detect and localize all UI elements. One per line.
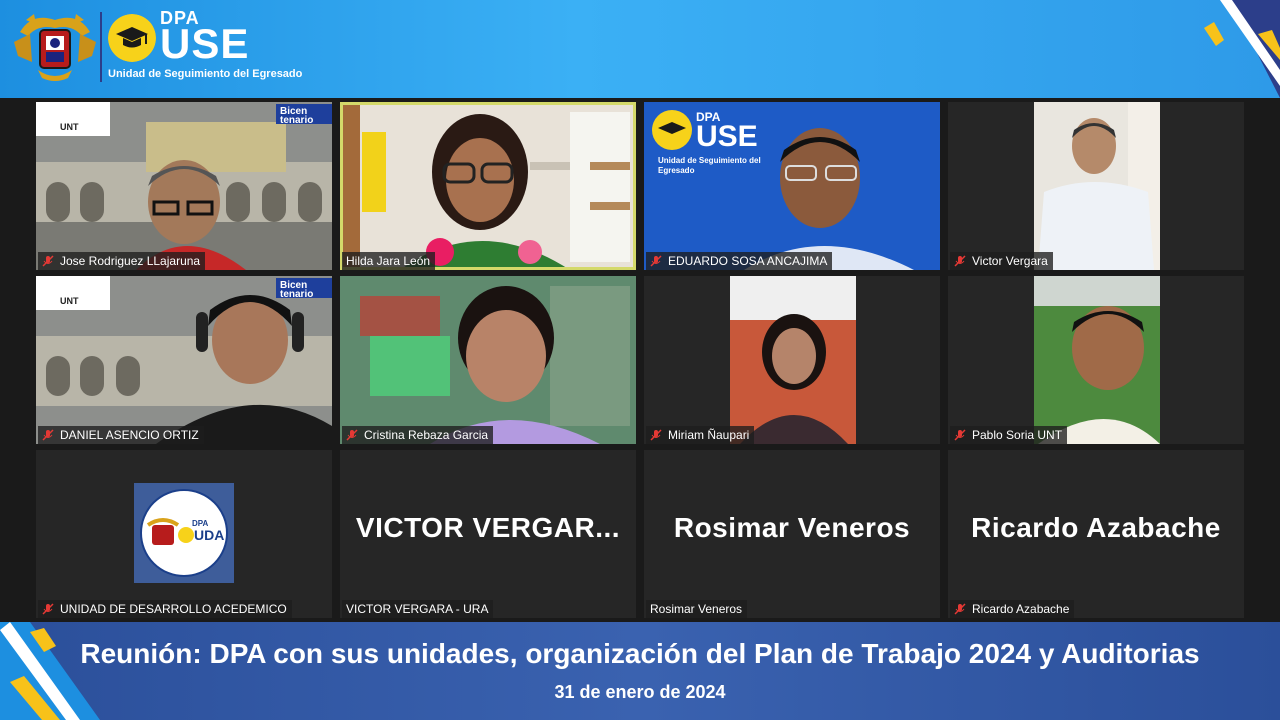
participant-video [340, 102, 636, 270]
participant-tile[interactable]: DPA USE Unidad de Seguimiento del Egresa… [644, 102, 940, 270]
footer-banner: Reunión: DPA con sus unidades, organizac… [0, 622, 1280, 720]
mic-muted-icon [650, 255, 662, 267]
participant-name: EDUARDO SOSA ANCAJIMA [668, 254, 828, 268]
mic-muted-icon [346, 429, 358, 441]
uda-logo: DPA UDA [134, 483, 234, 583]
participant-name: Miriam Ñaupari [668, 428, 750, 442]
participant-name-label: Rosimar Veneros [646, 600, 748, 618]
mic-muted-icon [954, 429, 966, 441]
participant-name: DANIEL ASENCIO ORTIZ [60, 428, 199, 442]
header-corner-decoration [1204, 0, 1280, 98]
participant-tile[interactable]: Miriam Ñaupari [644, 276, 940, 444]
participant-name-label: Pablo Soria UNT [950, 426, 1068, 444]
participant-name-label: Ricardo Azabache [950, 600, 1075, 618]
graduation-cap-icon [108, 14, 156, 62]
participant-name-label: UNIDAD DE DESARROLLO ACEDEMICO [38, 600, 292, 618]
participant-video [948, 102, 1244, 270]
mic-muted-icon [42, 603, 54, 615]
participant-tile[interactable]: Rosimar Veneros Rosimar Veneros [644, 450, 940, 618]
video-grid: UNT Bicen tenario Jose Rodriguez LLajaru… [36, 102, 1246, 620]
participant-tile[interactable]: Pablo Soria UNT [948, 276, 1244, 444]
participant-name: Hilda Jara León [346, 254, 431, 268]
participant-name: Jose Rodriguez LLajaruna [60, 254, 201, 268]
participant-tile[interactable]: UNT Bicen tenario DANIEL ASENCIO ORTIZ [36, 276, 332, 444]
participant-video [948, 276, 1244, 444]
participant-name-label: VICTOR VERGARA - URA [342, 600, 494, 618]
mic-muted-icon [42, 429, 54, 441]
participant-tile[interactable]: VICTOR VERGAR... VICTOR VERGARA - URA [340, 450, 636, 618]
participant-name: UNIDAD DE DESARROLLO ACEDEMICO [60, 602, 287, 616]
mic-muted-icon [650, 429, 662, 441]
participant-tile[interactable]: Cristina Rebaza Garcia [340, 276, 636, 444]
university-crest-icon [14, 14, 96, 81]
tile-use-text: USE [696, 120, 758, 153]
footer-corner-decoration [0, 622, 100, 720]
tile-use-subtitle: Unidad de Seguimiento del Egresado [658, 156, 761, 175]
participant-tile-active[interactable]: Hilda Jara León [340, 102, 636, 270]
participant-name: Ricardo Azabache [972, 602, 1070, 616]
header-divider [100, 12, 102, 82]
mic-muted-icon [954, 603, 966, 615]
participant-display-name: Ricardo Azabache [971, 512, 1221, 543]
tile-unt-text: UNT [60, 122, 79, 132]
mic-muted-icon [42, 255, 54, 267]
participant-video [644, 102, 940, 270]
participant-name-label: Cristina Rebaza Garcia [342, 426, 494, 444]
tile-bicentenario-text: Bicen tenario [280, 106, 314, 126]
participant-tile[interactable]: DPA UDA UNIDAD DE DESARROLLO ACEDEMICO [36, 450, 332, 618]
meeting-title: Reunión: DPA con sus unidades, organizac… [80, 638, 1200, 669]
header-banner: DPA USE Unidad de Seguimiento del Egresa… [0, 0, 1280, 98]
participant-name-label: Victor Vergara [950, 252, 1053, 270]
participant-tile[interactable]: UNT Bicen tenario Jose Rodriguez LLajaru… [36, 102, 332, 270]
header-subtitle: Unidad de Seguimiento del Egresado [108, 68, 303, 80]
participant-video [36, 102, 332, 270]
participant-name-label: DANIEL ASENCIO ORTIZ [38, 426, 204, 444]
participant-name: Pablo Soria UNT [972, 428, 1063, 442]
participant-tile[interactable]: Ricardo Azabache Ricardo Azabache [948, 450, 1244, 618]
participant-name-label: Hilda Jara León [342, 252, 436, 270]
mic-muted-icon [954, 255, 966, 267]
participant-name: VICTOR VERGARA - URA [346, 602, 489, 616]
participant-name: Rosimar Veneros [650, 602, 743, 616]
participant-display-name: Rosimar Veneros [673, 512, 911, 543]
uda-text: UDA [194, 527, 225, 543]
participant-display-name: VICTOR VERGAR... [355, 512, 621, 543]
participant-name-label: Jose Rodriguez LLajaruna [38, 252, 206, 270]
header-use-label: USE [160, 20, 250, 67]
participant-name-label: EDUARDO SOSA ANCAJIMA [646, 252, 833, 270]
participant-video [340, 276, 636, 444]
participant-name: Victor Vergara [972, 254, 1048, 268]
participant-video [36, 276, 332, 444]
participant-tile[interactable]: Victor Vergara [948, 102, 1244, 270]
participant-name-label: Miriam Ñaupari [646, 426, 755, 444]
participant-video [644, 276, 940, 444]
tile-unt-text: UNT [60, 296, 79, 306]
participant-name: Cristina Rebaza Garcia [364, 428, 489, 442]
tile-bicentenario-text: Bicen tenario [280, 280, 314, 300]
meeting-date: 31 de enero de 2024 [554, 682, 726, 702]
uda-logo-circle: DPA UDA [140, 489, 228, 577]
